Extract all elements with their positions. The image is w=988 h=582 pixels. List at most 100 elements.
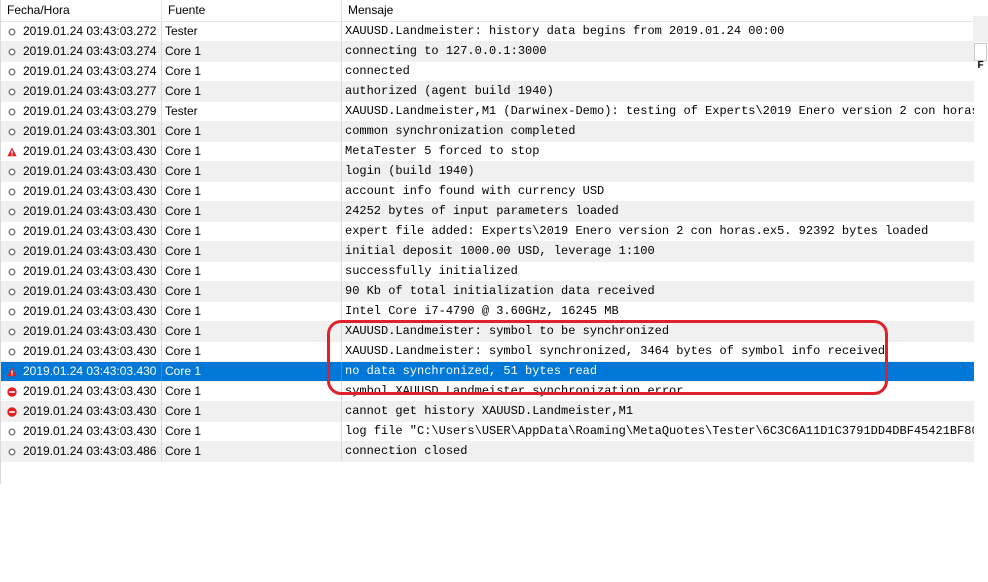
- log-row-time: 2019.01.24 03:43:03.430: [1, 262, 162, 281]
- log-row-source: Core 1: [162, 342, 342, 361]
- info-icon: [8, 28, 16, 36]
- log-rows: 2019.01.24 03:43:03.272 Tester XAUUSD.Land…: [1, 22, 974, 462]
- log-row-time: 2019.01.24 03:43:03.272: [1, 22, 162, 41]
- log-row-source: Core 1: [162, 122, 342, 141]
- log-row[interactable]: 2019.01.24 03:43:03.277 Core 1 authorized …: [1, 82, 974, 102]
- log-row-message: expert file added: Experts\2019 Enero ve…: [345, 224, 929, 238]
- log-row-message: 90 Kb of total initialization data recei…: [345, 284, 655, 298]
- log-row-time: 2019.01.24 03:43:03.430: [1, 342, 162, 361]
- info-icon: [8, 428, 16, 436]
- log-row-time: 2019.01.24 03:43:03.430: [1, 402, 162, 421]
- log-row[interactable]: 2019.01.24 03:43:03.430 Core 1 successfull…: [1, 262, 974, 282]
- log-row-source: Core 1: [162, 62, 342, 81]
- log-row-message: login (build 1940): [345, 164, 475, 178]
- info-icon: [8, 228, 16, 236]
- log-row-time: 2019.01.24 03:43:03.277: [1, 82, 162, 101]
- log-row-time: 2019.01.24 03:43:03.430: [1, 422, 162, 441]
- journal-log-table: Fecha/Hora Fuente Mensaje 2019.01.24 03:…: [0, 0, 974, 484]
- log-row-message: log file "C:\Users\USER\AppData\Roaming\…: [345, 424, 974, 438]
- info-icon: [8, 168, 16, 176]
- warning-icon: [7, 367, 17, 377]
- log-row-time: 2019.01.24 03:43:03.430: [1, 182, 162, 201]
- log-row-message: connection closed: [345, 444, 468, 458]
- info-icon: [8, 248, 16, 256]
- log-row-time: 2019.01.24 03:43:03.430: [1, 322, 162, 341]
- log-row-source: Core 1: [162, 82, 342, 101]
- info-icon: [8, 108, 16, 116]
- log-row-time: 2019.01.24 03:43:03.274: [1, 42, 162, 61]
- log-row[interactable]: 2019.01.24 03:43:03.430 Core 1 24252 bytes…: [1, 202, 974, 222]
- log-row[interactable]: 2019.01.24 03:43:03.486 Core 1 connection …: [1, 442, 974, 462]
- error-icon: [7, 407, 17, 417]
- log-row[interactable]: 2019.01.24 03:43:03.430 Core 1 login (buil…: [1, 162, 974, 182]
- log-row-time: 2019.01.24 03:43:03.486: [1, 442, 162, 461]
- log-row-time: 2019.01.24 03:43:03.430: [1, 142, 162, 161]
- log-row-message: connected: [345, 64, 410, 78]
- vertical-scrollbar[interactable]: F: [973, 0, 988, 71]
- info-icon: [8, 48, 16, 56]
- log-row-message: MetaTester 5 forced to stop: [345, 144, 540, 158]
- log-row-time: 2019.01.24 03:43:03.301: [1, 122, 162, 141]
- log-row[interactable]: 2019.01.24 03:43:03.430 Core 1 expert file…: [1, 222, 974, 242]
- log-row[interactable]: 2019.01.24 03:43:03.274 Core 1 connected: [1, 62, 974, 82]
- log-row[interactable]: 2019.01.24 03:43:03.430 Core 1 Intel Core …: [1, 302, 974, 322]
- log-row-source: Core 1: [162, 222, 342, 241]
- highlight-annotation: [327, 320, 888, 395]
- log-row[interactable]: 2019.01.24 03:43:03.430 Core 1 account inf…: [1, 182, 974, 202]
- log-row-source: Core 1: [162, 162, 342, 181]
- log-row[interactable]: 2019.01.24 03:43:03.279 Tester XAUUSD.Land…: [1, 102, 974, 122]
- log-row-source: Core 1: [162, 382, 342, 401]
- log-row-time: 2019.01.24 03:43:03.430: [1, 162, 162, 181]
- column-header-time[interactable]: Fecha/Hora: [1, 0, 162, 21]
- info-icon: [8, 328, 16, 336]
- log-row-message: XAUUSD.Landmeister: history data begins …: [345, 24, 785, 38]
- log-row[interactable]: 2019.01.24 03:43:03.430 Core 1 log file "C…: [1, 422, 974, 442]
- warning-icon: [7, 147, 17, 157]
- log-row-source: Core 1: [162, 442, 342, 461]
- log-row-source: Core 1: [162, 262, 342, 281]
- log-row-time: 2019.01.24 03:43:03.430: [1, 202, 162, 221]
- log-row-message: initial deposit 1000.00 USD, leverage 1:…: [345, 244, 655, 258]
- log-row-time: 2019.01.24 03:43:03.279: [1, 102, 162, 121]
- log-row[interactable]: 2019.01.24 03:43:03.430 Core 1 MetaTester …: [1, 142, 974, 162]
- column-header-row: Fecha/Hora Fuente Mensaje: [1, 0, 974, 22]
- info-icon: [8, 268, 16, 276]
- scrollbar-label: F: [977, 60, 984, 71]
- log-row-message: Intel Core i7-4790 @ 3.60GHz, 16245 MB: [345, 304, 619, 318]
- column-header-message[interactable]: Mensaje: [342, 0, 974, 21]
- log-row-time: 2019.01.24 03:43:03.274: [1, 62, 162, 81]
- log-row-message: XAUUSD.Landmeister,M1 (Darwinex-Demo): t…: [345, 104, 974, 118]
- error-icon: [7, 387, 17, 397]
- log-row[interactable]: 2019.01.24 03:43:03.430 Core 1 cannot get …: [1, 402, 974, 422]
- log-row-source: Core 1: [162, 362, 342, 381]
- info-icon: [8, 348, 16, 356]
- log-row-source: Core 1: [162, 322, 342, 341]
- log-row-message: connecting to 127.0.0.1:3000: [345, 44, 547, 58]
- log-row[interactable]: 2019.01.24 03:43:03.272 Tester XAUUSD.Land…: [1, 22, 974, 42]
- log-row[interactable]: 2019.01.24 03:43:03.301 Core 1 common sync…: [1, 122, 974, 142]
- log-row-source: Core 1: [162, 182, 342, 201]
- log-row[interactable]: 2019.01.24 03:43:03.430 Core 1 initial dep…: [1, 242, 974, 262]
- log-row-time: 2019.01.24 03:43:03.430: [1, 302, 162, 321]
- log-row-source: Core 1: [162, 282, 342, 301]
- column-header-source[interactable]: Fuente: [162, 0, 342, 21]
- info-icon: [8, 448, 16, 456]
- info-icon: [8, 128, 16, 136]
- info-icon: [8, 68, 16, 76]
- log-row[interactable]: 2019.01.24 03:43:03.430 Core 1 90 Kb of to…: [1, 282, 974, 302]
- log-row-message: account info found with currency USD: [345, 184, 605, 198]
- log-row-time: 2019.01.24 03:43:03.430: [1, 382, 162, 401]
- log-row-source: Core 1: [162, 302, 342, 321]
- log-row[interactable]: 2019.01.24 03:43:03.274 Core 1 connecting …: [1, 42, 974, 62]
- log-row-source: Core 1: [162, 42, 342, 61]
- info-icon: [8, 308, 16, 316]
- log-row-source: Core 1: [162, 422, 342, 441]
- info-icon: [8, 208, 16, 216]
- log-row-message: common synchronization completed: [345, 124, 576, 138]
- log-row-source: Core 1: [162, 242, 342, 261]
- scrollbar-track[interactable]: [973, 16, 988, 42]
- scrollbar-thumb[interactable]: [974, 43, 987, 61]
- log-row-time: 2019.01.24 03:43:03.430: [1, 362, 162, 381]
- log-row-source: Core 1: [162, 202, 342, 221]
- log-row-source: Core 1: [162, 142, 342, 161]
